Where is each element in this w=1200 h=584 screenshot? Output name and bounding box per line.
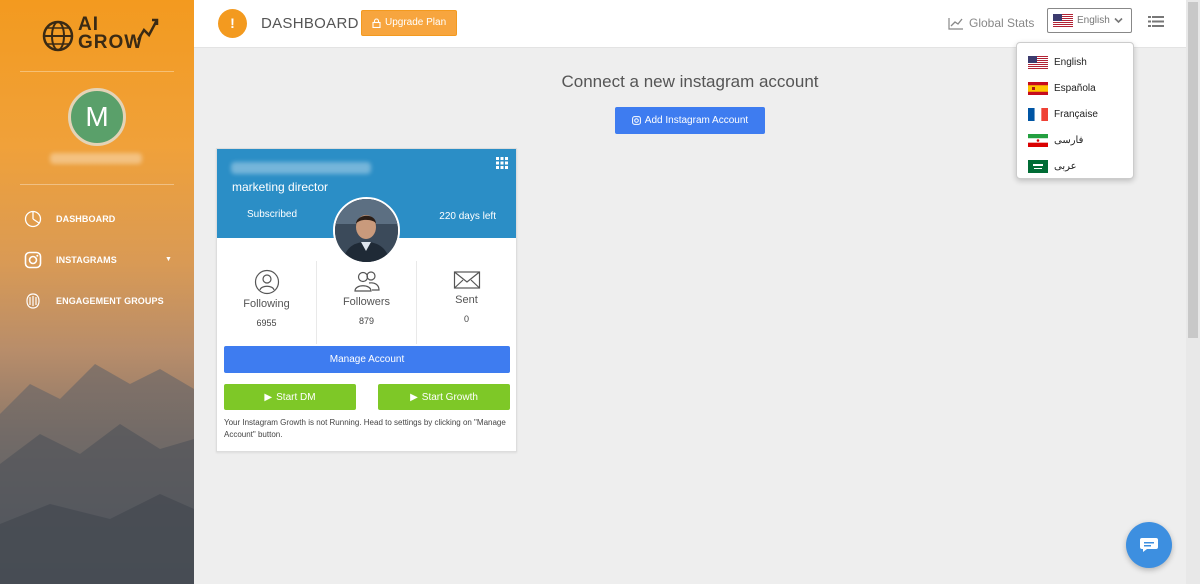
top-bar: ! DASHBOARD Upgrade Plan Global Stats En… bbox=[194, 0, 1186, 48]
sidebar-nav: DASHBOARD INSTAGRAMS ▼ ENGAGEMENT GROUPS bbox=[0, 198, 194, 321]
stat-value: 879 bbox=[358, 316, 375, 326]
chat-widget-button[interactable] bbox=[1126, 522, 1172, 568]
start-growth-label: Start Growth bbox=[421, 391, 478, 403]
sidebar-divider bbox=[20, 184, 174, 185]
start-growth-button[interactable]: ▶ Start Growth bbox=[378, 384, 510, 410]
sidebar-divider bbox=[20, 71, 174, 72]
instagram-account-card: marketing director Subscribed 220 days l… bbox=[216, 148, 517, 452]
language-option-label: Española bbox=[1054, 82, 1096, 94]
stat-value: 0 bbox=[463, 314, 469, 324]
start-dm-button[interactable]: ▶ Start DM bbox=[224, 384, 356, 410]
sidebar-item-label: INSTAGRAMS bbox=[56, 254, 117, 265]
language-option-english[interactable]: English bbox=[1017, 49, 1133, 75]
fr-flag-icon bbox=[1028, 107, 1048, 121]
upgrade-plan-button[interactable]: Upgrade Plan bbox=[361, 10, 458, 36]
language-option-label: فارسی bbox=[1054, 134, 1084, 146]
language-selected-label: English bbox=[1077, 15, 1110, 26]
caret-down-icon: ▼ bbox=[164, 256, 172, 263]
menu-toggle-button[interactable]: ! bbox=[218, 9, 247, 38]
stat-value: 6955 bbox=[256, 318, 277, 328]
stat-following: Following 6955 bbox=[217, 261, 316, 344]
engagement-icon bbox=[24, 292, 42, 310]
instagram-icon bbox=[631, 116, 641, 125]
account-stats: Following 6955 Followers 879 Sent 0 bbox=[217, 261, 516, 344]
stat-followers: Followers 879 bbox=[316, 261, 416, 344]
vertical-scrollbar[interactable] bbox=[1186, 0, 1200, 584]
add-instagram-account-label: Add Instagram Account bbox=[644, 115, 749, 126]
instagram-icon bbox=[24, 251, 42, 269]
brand-line-2: GROW bbox=[78, 32, 144, 53]
growth-arrow-icon bbox=[136, 18, 159, 41]
stat-sent: Sent 0 bbox=[416, 261, 516, 344]
username-blurred bbox=[50, 153, 142, 164]
language-select[interactable]: English bbox=[1047, 8, 1132, 33]
grid-menu-icon[interactable] bbox=[496, 156, 508, 174]
add-instagram-account-button[interactable]: Add Instagram Account bbox=[615, 107, 765, 134]
user-icon bbox=[254, 269, 279, 295]
list-view-icon[interactable] bbox=[1148, 15, 1164, 33]
sidebar-background-image bbox=[0, 364, 194, 584]
sidebar-item-instagrams[interactable]: INSTAGRAMS ▼ bbox=[0, 239, 194, 280]
play-icon: ▶ bbox=[410, 391, 418, 403]
language-option-french[interactable]: Française bbox=[1017, 101, 1133, 127]
language-option-label: عربی bbox=[1054, 160, 1077, 172]
globe-logo-icon bbox=[42, 20, 74, 52]
growth-status-notice: Your Instagram Growth is not Running. He… bbox=[224, 418, 506, 439]
users-icon bbox=[353, 271, 380, 292]
start-dm-label: Start DM bbox=[276, 391, 316, 403]
sidebar: AI GROW M DASHBOARD INSTAGRAMS ▼ ENGAGEM… bbox=[0, 0, 194, 584]
sidebar-item-engagement-groups[interactable]: ENGAGEMENT GROUPS bbox=[0, 280, 194, 321]
account-role: marketing director bbox=[232, 180, 329, 194]
line-chart-icon bbox=[948, 17, 963, 30]
page-title: DASHBOARD bbox=[261, 15, 359, 32]
upgrade-plan-label: Upgrade Plan bbox=[385, 17, 447, 28]
brand-logo[interactable]: AI GROW bbox=[40, 14, 160, 56]
sidebar-item-label: ENGAGEMENT GROUPS bbox=[56, 295, 164, 306]
play-icon: ▶ bbox=[264, 391, 273, 403]
ir-flag-icon bbox=[1028, 133, 1048, 147]
scrollbar-thumb[interactable] bbox=[1188, 2, 1198, 338]
envelope-icon bbox=[453, 271, 480, 289]
chevron-down-icon bbox=[1114, 17, 1123, 24]
manage-account-button[interactable]: Manage Account bbox=[224, 346, 510, 373]
language-option-persian[interactable]: فارسی bbox=[1017, 127, 1133, 153]
language-dropdown-menu: English Española Française فارسی عربی bbox=[1016, 42, 1134, 179]
global-stats-label: Global Stats bbox=[969, 16, 1035, 30]
us-flag-icon bbox=[1053, 14, 1073, 27]
profile-picture bbox=[333, 197, 400, 264]
subscription-status: Subscribed bbox=[247, 209, 298, 220]
sidebar-item-dashboard[interactable]: DASHBOARD bbox=[0, 198, 194, 239]
sa-flag-icon bbox=[1028, 159, 1048, 173]
brand-name: AI GROW bbox=[78, 15, 144, 53]
global-stats-link[interactable]: Global Stats bbox=[948, 16, 1034, 30]
language-option-label: English bbox=[1054, 56, 1087, 68]
stat-label: Sent bbox=[455, 294, 478, 306]
us-flag-icon bbox=[1028, 55, 1048, 69]
stat-label: Following bbox=[243, 298, 290, 310]
es-flag-icon bbox=[1028, 81, 1048, 95]
pie-chart-icon bbox=[24, 210, 42, 228]
language-option-spanish[interactable]: Española bbox=[1017, 75, 1133, 101]
lock-icon bbox=[372, 18, 381, 28]
days-left: 220 days left bbox=[439, 211, 496, 222]
account-username-blurred bbox=[231, 162, 371, 174]
chat-icon bbox=[1140, 538, 1158, 552]
sidebar-item-label: DASHBOARD bbox=[56, 213, 116, 224]
avatar[interactable]: M bbox=[68, 88, 126, 146]
language-option-label: Française bbox=[1054, 108, 1098, 120]
language-option-arabic[interactable]: عربی bbox=[1017, 153, 1133, 179]
stat-label: Followers bbox=[342, 296, 391, 308]
